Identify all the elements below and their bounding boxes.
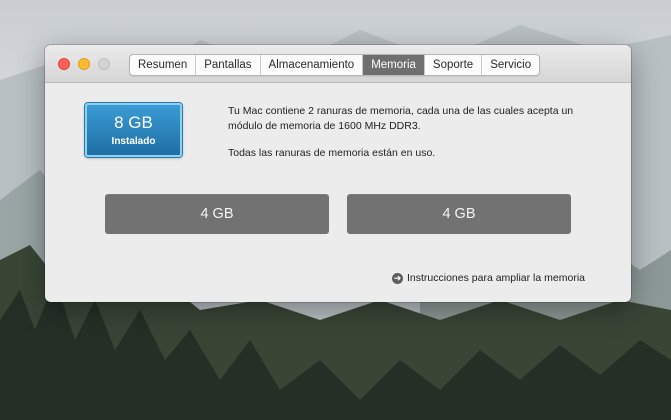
tab-memoria[interactable]: Memoria: [363, 55, 425, 75]
memory-slots-status: Todas las ranuras de memoria están en us…: [228, 147, 436, 159]
memory-slots-description: Tu Mac contiene 2 ranuras de memoria, ca…: [228, 105, 574, 132]
minimize-window-button[interactable]: [78, 58, 90, 70]
close-window-button[interactable]: [58, 58, 70, 70]
tab-resumen[interactable]: Resumen: [130, 55, 197, 75]
tab-soporte[interactable]: Soporte: [425, 55, 483, 75]
about-this-mac-window: Resumen Pantallas Almacenamiento Memoria…: [45, 45, 631, 302]
installed-memory-size: 8 GB: [114, 113, 153, 132]
installed-memory-label: Instalado: [111, 136, 156, 147]
tab-almacenamiento[interactable]: Almacenamiento: [261, 55, 364, 75]
memory-panel: 8 GB Instalado Tu Mac contiene 2 ranuras…: [45, 83, 631, 302]
tab-servicio[interactable]: Servicio: [482, 55, 539, 75]
zoom-window-button[interactable]: [98, 58, 110, 70]
arrow-circle-icon: ➜: [392, 272, 403, 284]
memory-slot-1: 4 GB: [105, 194, 329, 234]
memory-description: Tu Mac contiene 2 ranuras de memoria, ca…: [228, 104, 588, 161]
tab-bar: Resumen Pantallas Almacenamiento Memoria…: [129, 54, 541, 76]
installed-memory-badge: 8 GB Instalado: [85, 103, 182, 157]
memory-slot-2: 4 GB: [347, 194, 571, 234]
memory-upgrade-instructions-link[interactable]: ➜ Instrucciones para ampliar la memoria: [392, 272, 585, 284]
title-bar: Resumen Pantallas Almacenamiento Memoria…: [45, 45, 631, 83]
tab-pantallas[interactable]: Pantallas: [196, 55, 261, 75]
memory-upgrade-instructions-label: Instrucciones para ampliar la memoria: [407, 272, 585, 284]
